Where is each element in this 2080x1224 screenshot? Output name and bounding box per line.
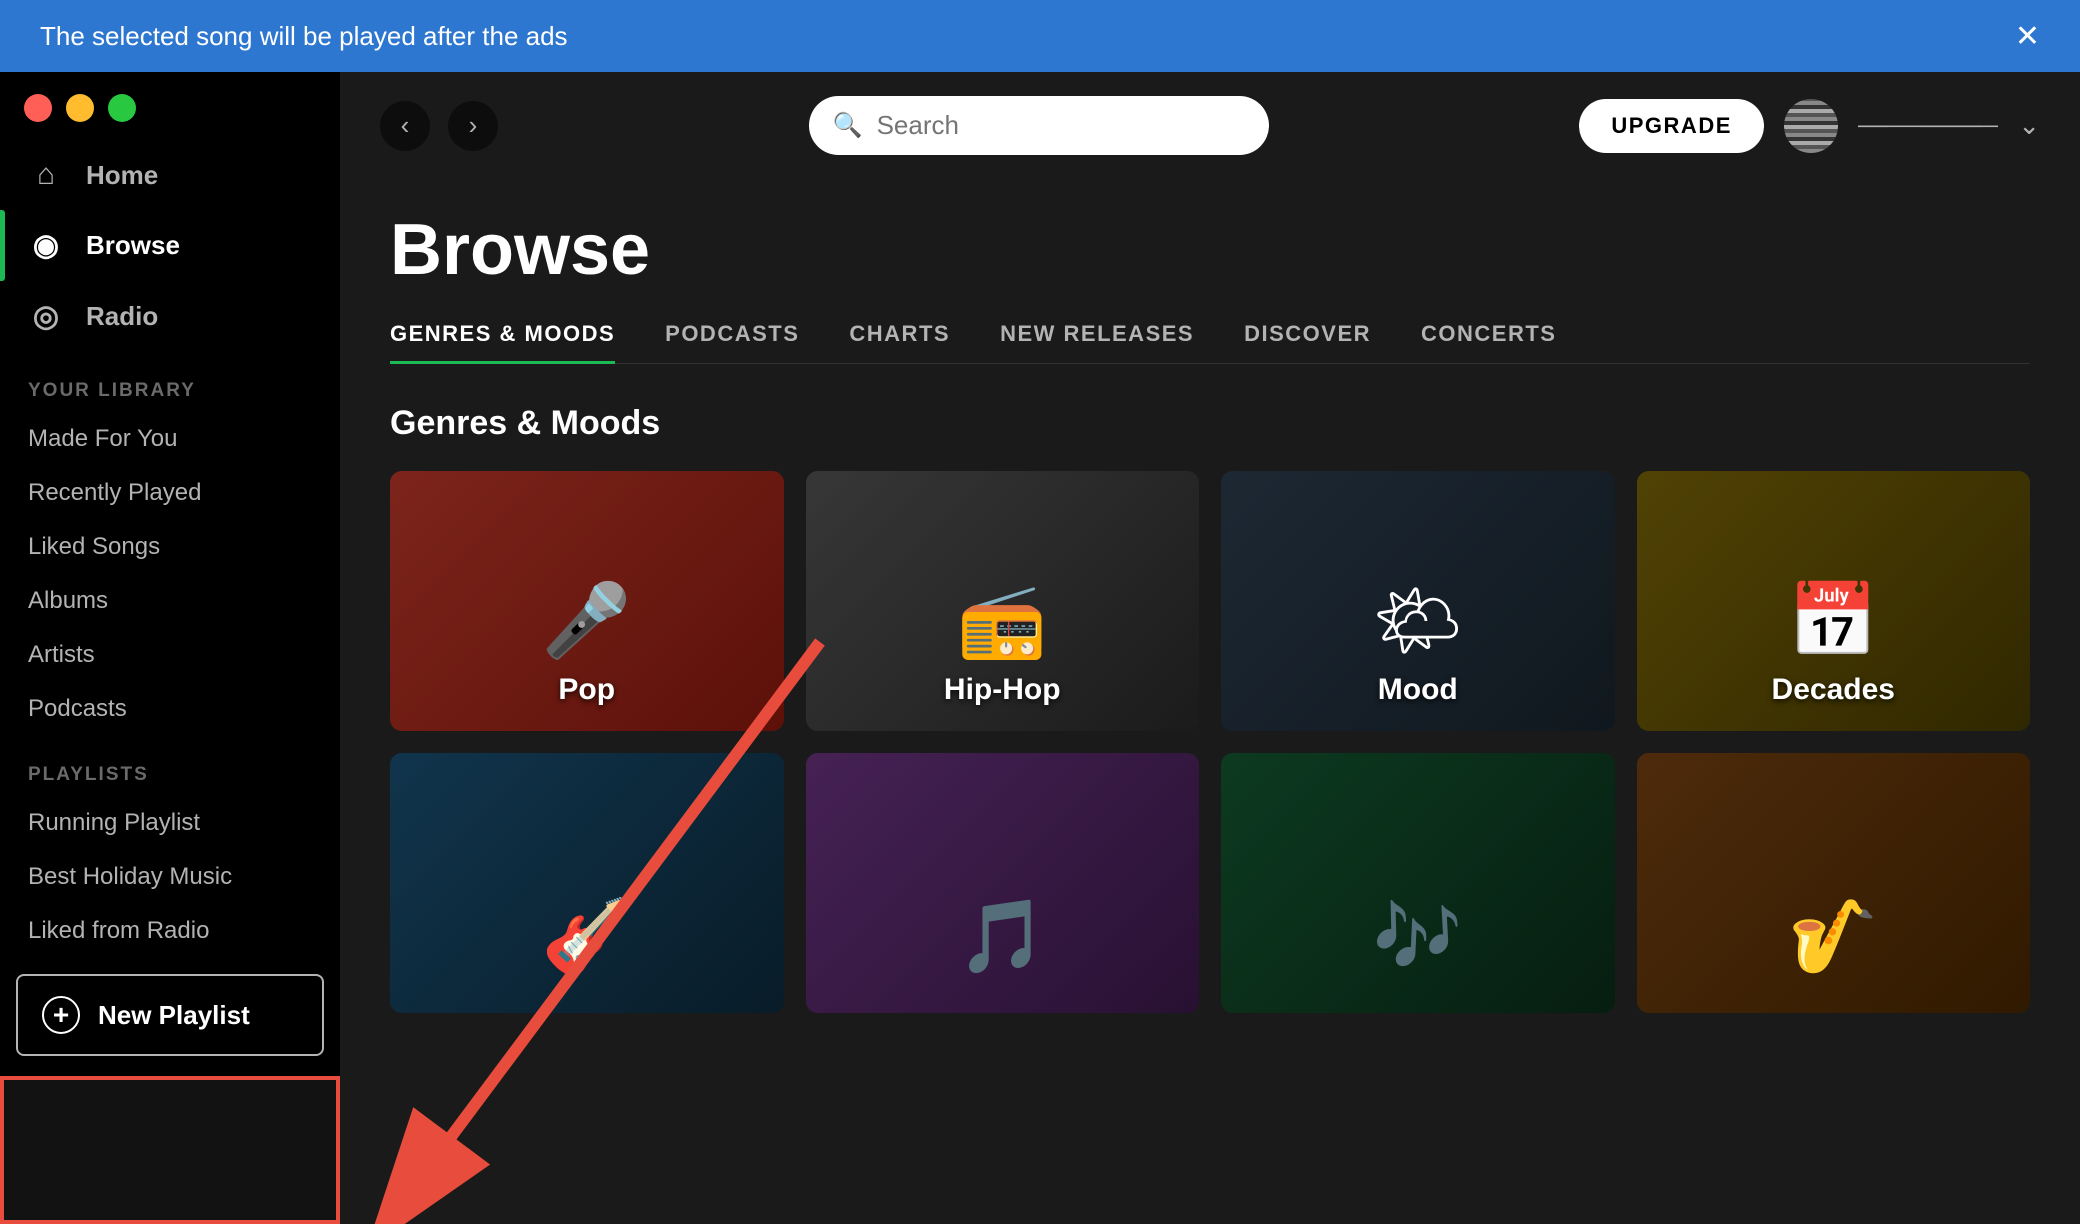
new-playlist-highlight (0, 1076, 340, 1224)
window-controls (0, 72, 340, 140)
sidebar-item-browse[interactable]: ◉ Browse (0, 210, 340, 281)
playlist-item-running[interactable]: Running Playlist (0, 796, 340, 850)
hiphop-icon: 📻 (957, 578, 1047, 663)
playlists-section-label: PLAYLISTS (0, 736, 340, 796)
pop-icon: 🎤 (542, 578, 632, 663)
genre-card-mood[interactable]: 🌤 Mood (1221, 471, 1615, 731)
sidebar-item-radio[interactable]: ◎ Radio (0, 281, 340, 352)
playlist-item-holiday[interactable]: Best Holiday Music (0, 850, 340, 904)
library-item-albums[interactable]: Albums (0, 574, 340, 628)
mood-icon: 🌤 (1372, 578, 1463, 663)
notification-close-button[interactable]: ✕ (2015, 19, 2040, 54)
new-playlist-label: New Playlist (98, 1000, 250, 1031)
tab-podcasts[interactable]: PODCASTS (665, 321, 799, 363)
sidebar: ⌂ Home ◉ Browse ◎ Radio YOUR LIBRARY Mad… (0, 72, 340, 1076)
plus-icon: + (42, 996, 80, 1034)
genre-card-row2-4[interactable]: 🎷 (1637, 753, 2031, 1013)
chevron-down-icon[interactable]: ⌄ (2018, 110, 2040, 141)
genre-name-decades: Decades (1772, 673, 1895, 707)
header-right: UPGRADE ───────── ⌄ (1579, 99, 2040, 153)
sidebar-item-home[interactable]: ⌂ Home (0, 140, 340, 210)
avatar (1784, 99, 1838, 153)
tab-concerts[interactable]: CONCERTS (1421, 321, 1556, 363)
playlists-section: PLAYLISTS Running Playlist Best Holiday … (0, 736, 340, 958)
tabs-bar: GENRES & MOODS PODCASTS CHARTS NEW RELEA… (390, 321, 2030, 364)
row2-2-icon: 🎵 (957, 894, 1047, 979)
library-item-liked-songs[interactable]: Liked Songs (0, 520, 340, 574)
radio-icon: ◎ (28, 299, 64, 334)
genre-card-hiphop[interactable]: 📻 Hip-Hop (806, 471, 1200, 731)
navigation-buttons: ‹ › (380, 101, 498, 151)
window-maximize-button[interactable] (108, 94, 136, 122)
window-minimize-button[interactable] (66, 94, 94, 122)
user-name: ───────── (1858, 113, 1998, 139)
library-section: YOUR LIBRARY Made For You Recently Playe… (0, 352, 340, 736)
forward-button[interactable]: › (448, 101, 498, 151)
search-input[interactable] (877, 110, 1245, 141)
browse-title: Browse (390, 209, 2030, 291)
genre-card-decades[interactable]: 📅 Decades (1637, 471, 2031, 731)
genre-name-mood: Mood (1378, 673, 1458, 707)
sidebar-item-radio-label: Radio (86, 301, 158, 332)
browse-content: Browse GENRES & MOODS PODCASTS CHARTS NE… (340, 179, 2080, 1224)
main-content: ‹ › 🔍 UPGRADE ───────── ⌄ Browse GENRES (340, 72, 2080, 1224)
playlist-item-radio[interactable]: Liked from Radio (0, 904, 340, 958)
avatar-stripes (1784, 99, 1838, 153)
notification-bar: The selected song will be played after t… (0, 0, 2080, 72)
genre-card-row2-1[interactable]: 🎸 (390, 753, 784, 1013)
library-item-podcasts[interactable]: Podcasts (0, 682, 340, 736)
genres-grid: 🎤 Pop 📻 Hip-Hop 🌤 Mood (390, 471, 2030, 1013)
search-icon: 🔍 (833, 111, 863, 140)
genre-card-row2-2[interactable]: 🎵 (806, 753, 1200, 1013)
tab-charts[interactable]: CHARTS (849, 321, 950, 363)
tab-new-releases[interactable]: NEW RELEASES (1000, 321, 1194, 363)
genre-card-pop[interactable]: 🎤 Pop (390, 471, 784, 731)
genre-name-pop: Pop (558, 673, 615, 707)
row2-3-icon: 🎶 (1373, 894, 1463, 979)
upgrade-button[interactable]: UPGRADE (1579, 99, 1764, 153)
home-icon: ⌂ (28, 158, 64, 192)
library-item-recently-played[interactable]: Recently Played (0, 466, 340, 520)
genre-card-row2-3[interactable]: 🎶 (1221, 753, 1615, 1013)
window-close-button[interactable] (24, 94, 52, 122)
search-box[interactable]: 🔍 (809, 96, 1269, 155)
notification-text: The selected song will be played after t… (40, 21, 568, 52)
row2-1-icon: 🎸 (542, 894, 632, 979)
tab-discover[interactable]: DISCOVER (1244, 321, 1371, 363)
sidebar-item-browse-label: Browse (86, 230, 180, 261)
decades-icon: 📅 (1788, 578, 1878, 663)
row2-4-icon: 🎷 (1788, 894, 1878, 979)
browse-icon: ◉ (28, 228, 64, 263)
library-item-artists[interactable]: Artists (0, 628, 340, 682)
back-button[interactable]: ‹ (380, 101, 430, 151)
sidebar-item-home-label: Home (86, 160, 158, 191)
genres-section-title: Genres & Moods (390, 404, 2030, 443)
genre-name-hiphop: Hip-Hop (944, 673, 1061, 707)
library-section-label: YOUR LIBRARY (0, 352, 340, 412)
header-bar: ‹ › 🔍 UPGRADE ───────── ⌄ (340, 72, 2080, 179)
library-item-made-for-you[interactable]: Made For You (0, 412, 340, 466)
main-nav: ⌂ Home ◉ Browse ◎ Radio (0, 140, 340, 352)
tab-genres-moods[interactable]: GENRES & MOODS (390, 321, 615, 363)
new-playlist-button[interactable]: + New Playlist (16, 974, 324, 1056)
